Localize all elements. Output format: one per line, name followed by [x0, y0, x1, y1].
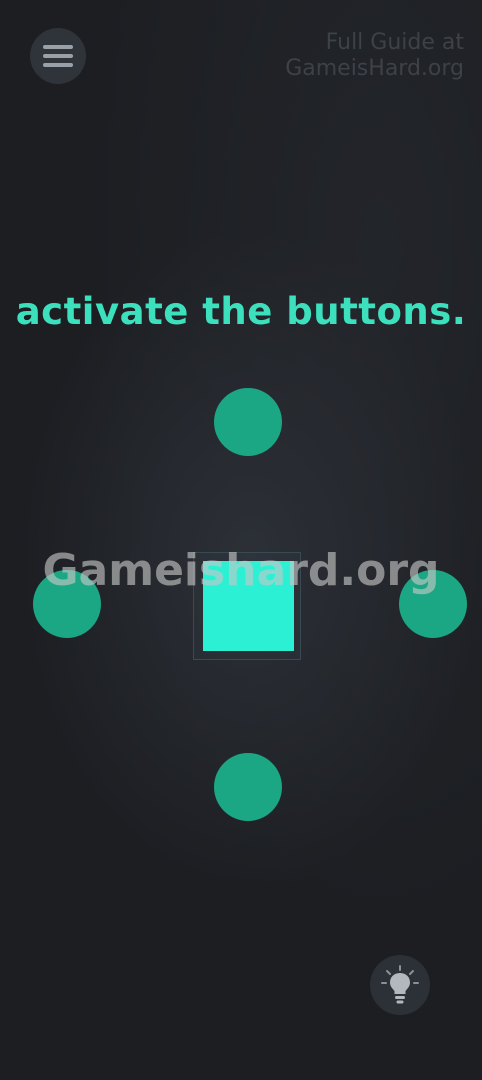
guide-credit-line1: Full Guide at — [325, 30, 464, 55]
lightbulb-icon — [381, 965, 419, 1004]
hamburger-menu-icon — [43, 45, 73, 67]
guide-credit: Full Guide at GameisHard.org — [244, 30, 464, 82]
puzzle-instruction: activate the buttons. — [15, 290, 467, 333]
bottom-circle-button[interactable] — [214, 753, 282, 821]
right-circle-button[interactable] — [399, 570, 467, 638]
hint-button[interactable] — [370, 955, 430, 1015]
guide-credit-line2: GameisHard.org — [285, 56, 464, 81]
center-square[interactable] — [203, 561, 294, 651]
menu-button[interactable] — [30, 28, 86, 84]
left-circle-button[interactable] — [33, 570, 101, 638]
top-circle-button[interactable] — [214, 388, 282, 456]
